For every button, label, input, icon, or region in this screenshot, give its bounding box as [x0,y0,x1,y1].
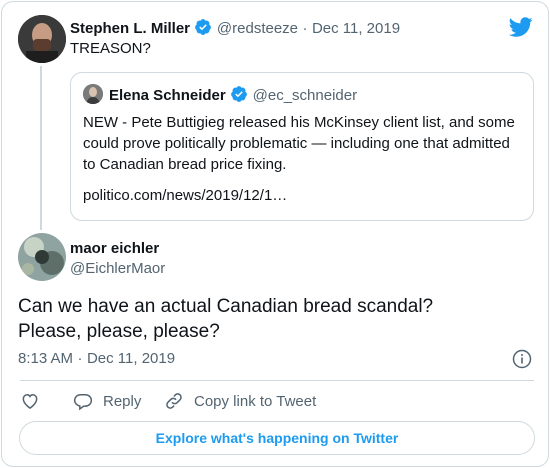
verified-badge-icon [194,18,212,41]
twitter-bird-icon[interactable] [508,15,533,39]
tweet-header: Stephen L. Miller @redsteeze · Dec 11, 2… [70,18,400,41]
link-icon [164,391,184,411]
reply-label: Reply [103,392,142,410]
quoted-tweet-text: NEW - Pete Buttigieg released his McKins… [83,114,515,173]
author-name: Elena Schneider [109,87,226,104]
author-name[interactable]: maor eichler [70,240,159,257]
heart-icon [20,391,40,411]
avatar [83,84,103,104]
avatar[interactable] [18,15,66,63]
tweet-date[interactable]: Dec 11, 2019 [87,350,175,367]
divider [20,380,534,381]
explore-label: Explore what's happening on Twitter [155,430,399,446]
tweet-text: Please, please, please? [18,321,220,342]
tweet-date[interactable]: Dec 11, 2019 [312,20,400,37]
author-handle[interactable]: @EichlerMaor [70,260,165,277]
quoted-tweet-link[interactable]: politico.com/news/2019/12/1… [83,185,287,206]
copy-link-button[interactable]: Copy link to Tweet [164,390,316,412]
thread-line [40,66,42,230]
tweet-timestamp[interactable]: 8:13 AM · Dec 11, 2019 [18,350,175,368]
copy-link-label: Copy link to Tweet [194,392,317,410]
like-button[interactable] [20,390,40,412]
author-name[interactable]: Stephen L. Miller [70,20,190,37]
author-handle: @ec_schneider [252,87,358,104]
author-handle[interactable]: @redsteeze [217,20,298,37]
reply-icon [73,391,93,411]
info-icon[interactable] [512,349,532,369]
tweet-text: Can we have an actual Canadian bread sca… [18,296,434,317]
separator-dot: · [77,350,83,367]
quoted-tweet-header: Elena Schneider @ec_schneider [109,85,357,108]
reply-button[interactable]: Reply [73,390,141,412]
tweet-time[interactable]: 8:13 AM [18,350,73,367]
avatar[interactable] [18,233,66,281]
verified-badge-icon [230,85,248,108]
separator-dot: · [302,20,308,37]
explore-button[interactable]: Explore what's happening on Twitter [19,421,535,455]
tweet-embed-card: Stephen L. Miller @redsteeze · Dec 11, 2… [1,1,549,467]
quoted-tweet[interactable]: Elena Schneider @ec_schneider NEW - Pete… [70,72,534,221]
tweet-text: TREASON? [70,40,151,57]
